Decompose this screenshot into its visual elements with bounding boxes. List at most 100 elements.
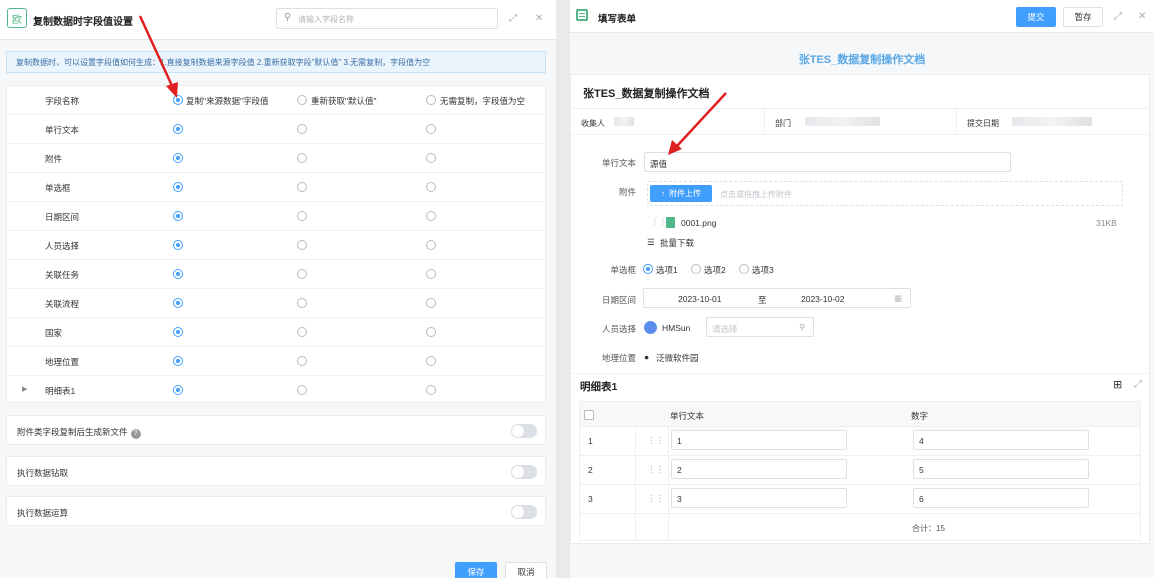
image-file-icon — [666, 217, 675, 228]
single-text-label: 单行文本 — [601, 158, 636, 168]
expand-row-icon[interactable]: ▶ — [22, 385, 27, 393]
field-radio-option-3[interactable] — [426, 240, 436, 250]
field-radio-option-3[interactable] — [426, 153, 436, 163]
document-banner-title: 张TES_数据复制操作文档 — [798, 54, 926, 66]
field-radio-option-1[interactable] — [173, 182, 183, 192]
field-radio-option-1[interactable] — [173, 269, 183, 279]
radio-option-1[interactable] — [643, 264, 653, 274]
drag-handle-icon[interactable]: ⋮⋮ — [647, 464, 664, 475]
file-name[interactable]: 0001.png — [681, 218, 716, 228]
field-radio-option-1[interactable] — [173, 211, 183, 221]
radio-option-2[interactable] — [691, 264, 701, 274]
table-row: 地理位置 — [7, 347, 545, 376]
row-number-input[interactable]: 4 — [913, 430, 1089, 450]
field-radio-option-3[interactable] — [426, 124, 436, 134]
row-text-input[interactable]: 2 — [671, 459, 847, 479]
cancel-button[interactable]: 取消 — [505, 562, 547, 578]
field-radio-option-1[interactable] — [173, 356, 183, 366]
person-name[interactable]: HMSun — [662, 323, 690, 333]
draft-button[interactable]: 暂存 — [1063, 7, 1103, 27]
help-icon[interactable]: ? — [130, 429, 141, 439]
field-radio-option-3[interactable] — [426, 298, 436, 308]
header-radio-copy-source[interactable] — [173, 95, 183, 105]
close-icon[interactable]: ✕ — [1138, 11, 1146, 22]
data-calc-toggle[interactable] — [511, 505, 537, 519]
drag-handle-icon[interactable]: ⋮⋮ — [647, 493, 664, 504]
submit-button[interactable]: 提交 — [1016, 7, 1056, 27]
field-name: 国家 — [45, 328, 63, 338]
column-default-value: 重新获取"默认值" — [311, 96, 377, 106]
person-select-input[interactable]: 请选择 ⚲ — [706, 317, 814, 337]
option-data-calc: 执行数据运算 — [6, 496, 546, 526]
select-all-checkbox[interactable] — [584, 410, 594, 420]
radio-field-label: 单选框 — [610, 265, 636, 275]
dialog-title: 复制数据时字段值设置 — [33, 17, 133, 28]
field-radio-option-2[interactable] — [297, 356, 307, 366]
field-search-input[interactable]: ⚲ 请输入字段名称 — [276, 8, 498, 29]
drag-handle-icon[interactable]: ⋮⋮ — [651, 217, 667, 226]
field-radio-option-2[interactable] — [297, 327, 307, 337]
radio-option-3[interactable] — [739, 264, 749, 274]
detail-table-title: 明细表1 — [580, 381, 618, 393]
single-text-input[interactable]: 源值 — [644, 152, 1011, 172]
expand-icon[interactable]: ⤢ — [509, 13, 517, 24]
field-radio-option-2[interactable] — [297, 124, 307, 134]
batch-download-link[interactable]: 批量下载 — [660, 237, 694, 249]
save-button[interactable]: 保存 — [455, 562, 497, 578]
field-radio-option-3[interactable] — [426, 211, 436, 221]
dialog-header: 欧 复制数据时字段值设置 ⚲ 请输入字段名称 ⤢ ✕ — [0, 0, 556, 40]
copy-notice: 复制数据时，可以设置字段值如何生成：1.直接复制数据来源字段值 2.重新获取字段… — [6, 51, 546, 73]
row-text-input[interactable]: 3 — [671, 488, 847, 508]
column-single-text: 单行文本 — [670, 411, 705, 421]
date-range-input[interactable]: 2023-10-01 至 2023-10-02 ▦ — [643, 288, 911, 308]
expand-icon[interactable]: ⤢ — [1114, 11, 1122, 22]
field-radio-option-1[interactable] — [173, 298, 183, 308]
row-number-input[interactable]: 5 — [913, 459, 1089, 479]
upload-attachment-button[interactable]: ↑ 附件上传 — [650, 185, 712, 202]
add-row-icon[interactable]: ⊞ — [1113, 378, 1122, 391]
field-radio-option-3[interactable] — [426, 269, 436, 279]
form-header-title: 填写表单 — [598, 14, 637, 25]
header-radio-empty[interactable] — [426, 95, 436, 105]
field-radio-option-1[interactable] — [173, 153, 183, 163]
field-name: 明细表1 — [45, 386, 76, 396]
field-radio-option-1[interactable] — [173, 327, 183, 337]
location-pin-icon: ● — [644, 352, 650, 362]
option-label: 执行数据钻取 — [17, 468, 69, 478]
header-radio-default[interactable] — [297, 95, 307, 105]
calendar-icon: ▦ — [894, 293, 903, 303]
field-radio-option-2[interactable] — [297, 211, 307, 221]
drag-handle-icon[interactable]: ⋮⋮ — [647, 435, 664, 446]
field-radio-option-1[interactable] — [173, 240, 183, 250]
row-number-input[interactable]: 6 — [913, 488, 1089, 508]
attachment-new-file-toggle[interactable] — [511, 424, 537, 438]
field-radio-option-2[interactable] — [297, 240, 307, 250]
row-text-input[interactable]: 1 — [671, 430, 847, 450]
field-radio-option-2[interactable] — [297, 385, 307, 395]
total-row: 合计：15 — [579, 514, 1141, 541]
field-radio-option-2[interactable] — [297, 269, 307, 279]
field-radio-option-3[interactable] — [426, 385, 436, 395]
location-value[interactable]: 泛微软件园 — [656, 352, 699, 364]
field-radio-option-1[interactable] — [173, 385, 183, 395]
row-index: 2 — [588, 465, 593, 475]
batch-download-icon[interactable]: ☰ — [647, 237, 655, 248]
close-icon[interactable]: ✕ — [535, 13, 543, 24]
app-logo-icon: 欧 — [7, 8, 27, 28]
field-radio-option-3[interactable] — [426, 356, 436, 366]
column-copy-source: 复制"来源数据"字段值 — [186, 96, 269, 106]
start-date: 2023-10-01 — [678, 294, 722, 304]
field-radio-option-2[interactable] — [297, 153, 307, 163]
table-row: ▶ 明细表1 — [7, 376, 545, 405]
field-radio-option-1[interactable] — [173, 124, 183, 134]
radio-option-3-label: 选项3 — [752, 265, 774, 275]
fullscreen-icon[interactable]: ⤢ — [1134, 379, 1142, 390]
field-radio-option-2[interactable] — [297, 298, 307, 308]
end-date: 2023-10-02 — [801, 294, 845, 304]
data-drill-toggle[interactable] — [511, 465, 537, 479]
attachment-dropzone[interactable]: 点击或拖拽上传附件 — [647, 181, 1123, 206]
field-radio-option-3[interactable] — [426, 182, 436, 192]
table-row: 人员选择 — [7, 231, 545, 260]
field-radio-option-2[interactable] — [297, 182, 307, 192]
field-radio-option-3[interactable] — [426, 327, 436, 337]
